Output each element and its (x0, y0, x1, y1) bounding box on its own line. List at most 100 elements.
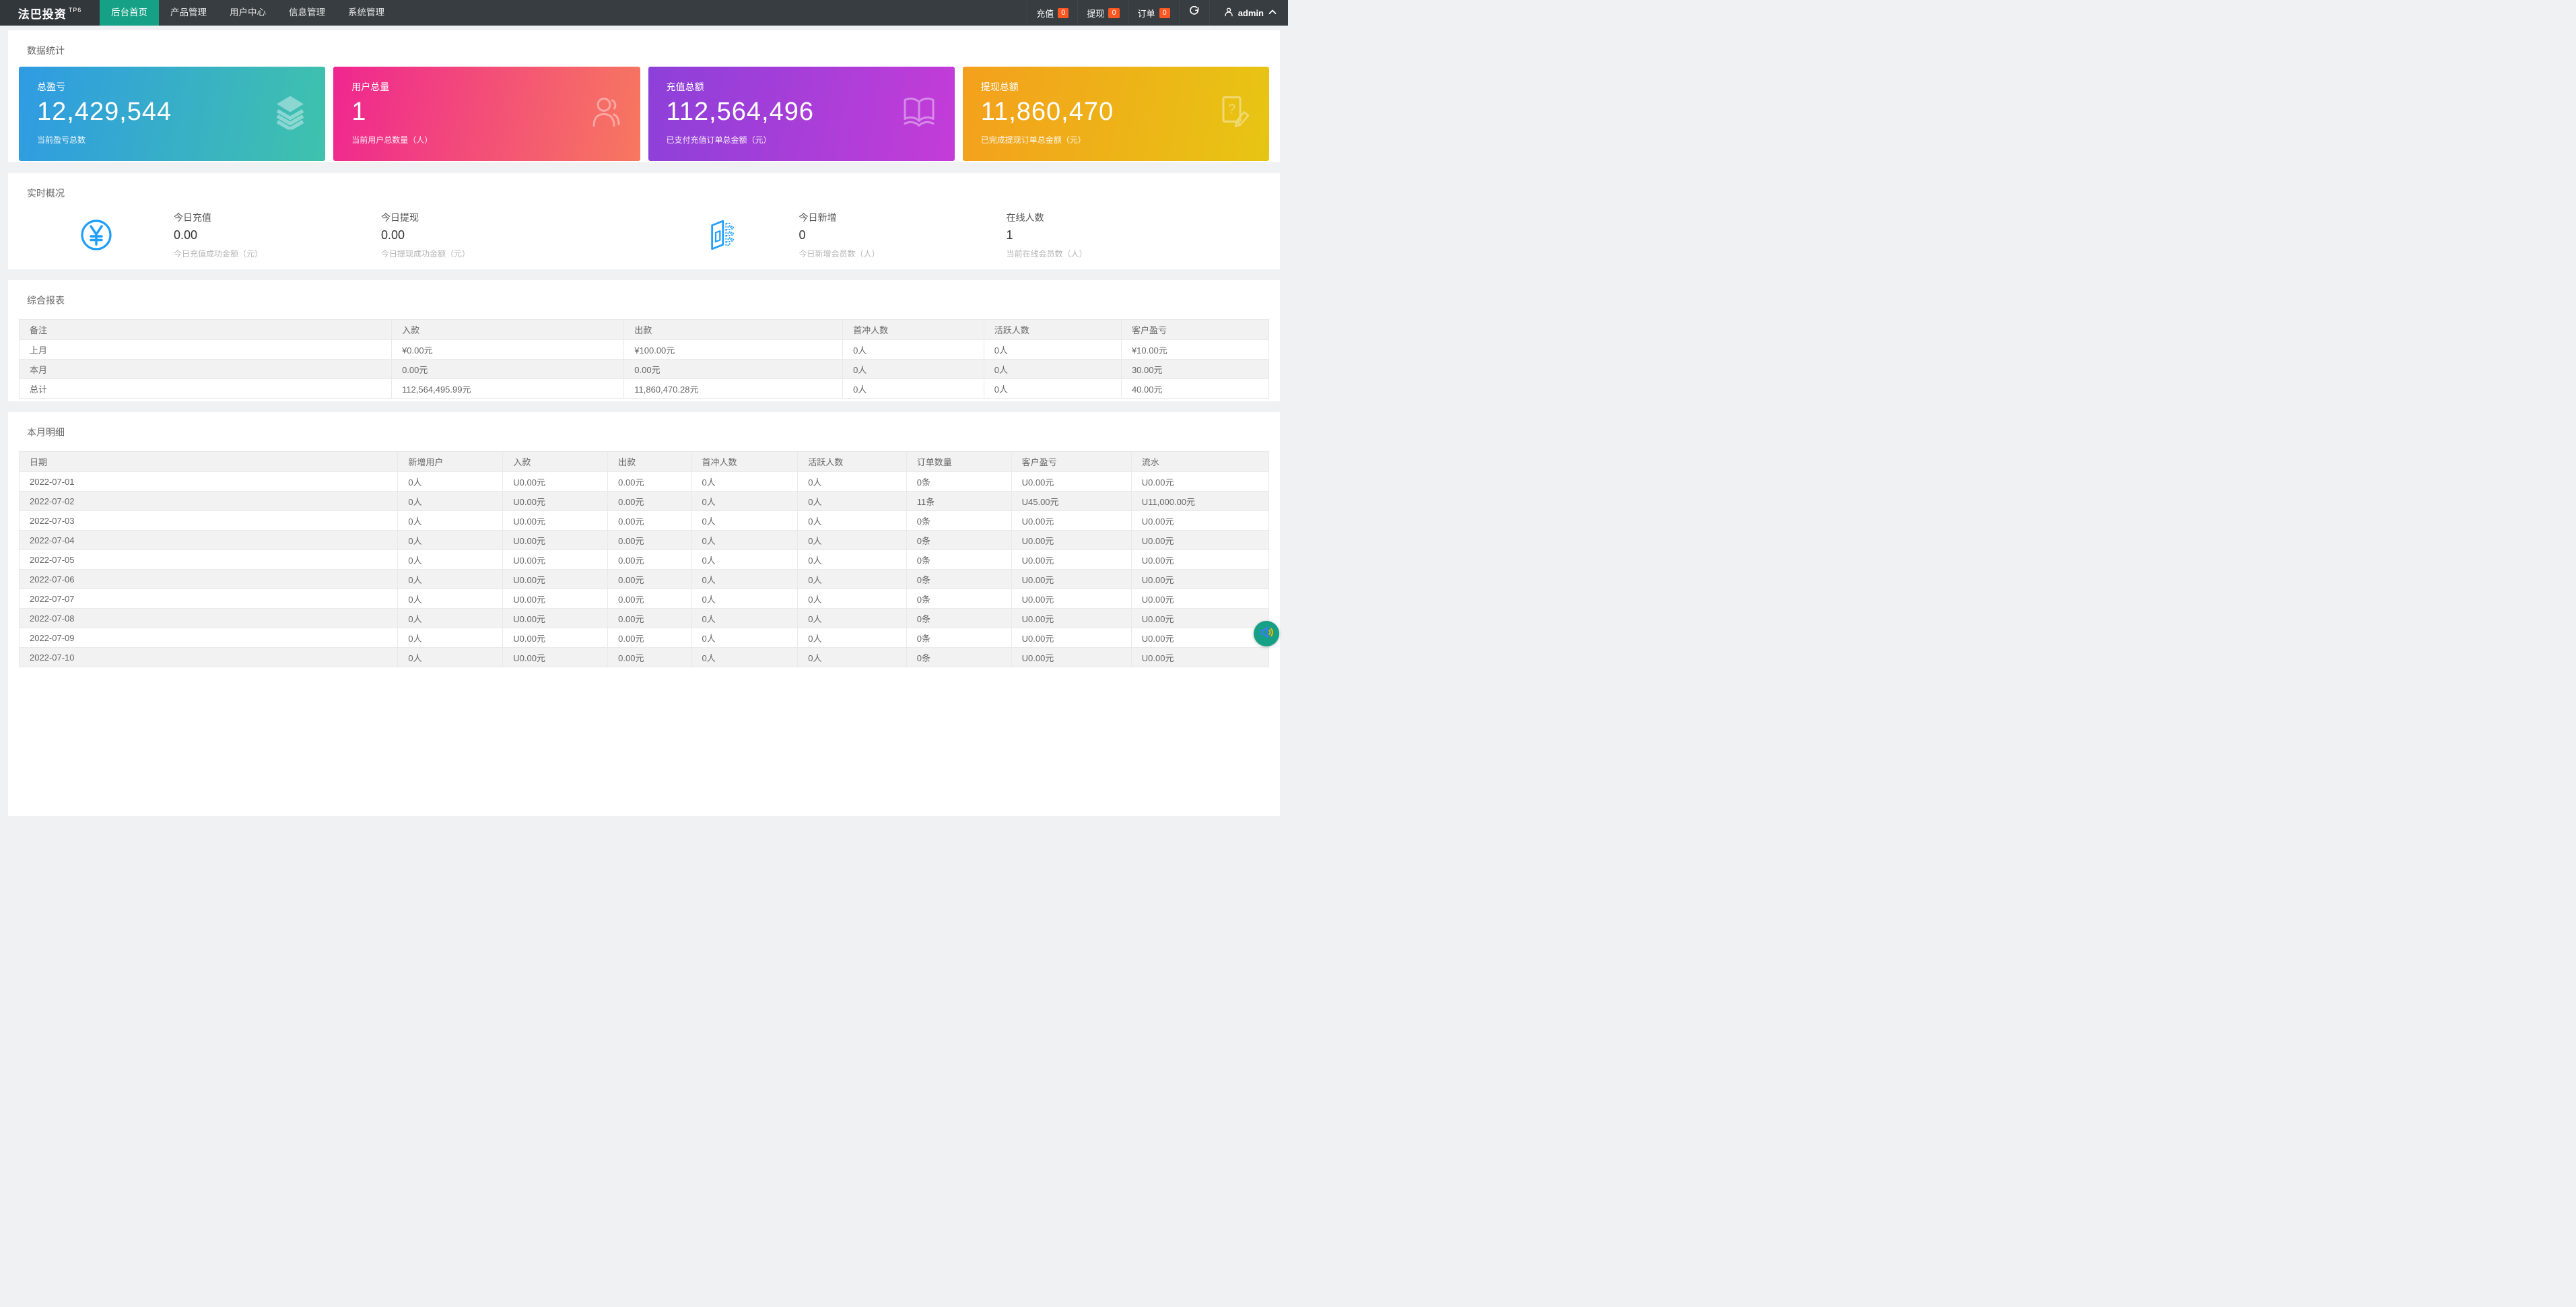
table-row: 2022-07-060人U0.00元0.00元0人0人0条U0.00元U0.00… (20, 570, 1269, 589)
stat-desc: 今日充值成功金额（元） (174, 248, 381, 259)
withdraw-shortcut[interactable]: 提现 0 (1077, 0, 1128, 26)
panel-title-detail: 本月明细 (27, 426, 1269, 439)
column-header: 订单数量 (906, 452, 1011, 472)
table-row: 2022-07-040人U0.00元0.00元0人0人0条U0.00元U0.00… (20, 531, 1269, 550)
refresh-button[interactable] (1179, 0, 1209, 26)
column-header: 备注 (20, 320, 392, 340)
table-cell: 0人 (398, 589, 503, 609)
table-cell: 0.00元 (392, 360, 624, 379)
table-cell: 0人 (798, 628, 906, 648)
svg-text:?: ? (1228, 102, 1235, 117)
table-cell: 0人 (798, 570, 906, 589)
app-logo[interactable]: 法巴投资 TP6 (0, 0, 100, 26)
table-cell: U0.00元 (1011, 609, 1131, 628)
app-logo-version: TP6 (69, 7, 82, 13)
table-cell: 0人 (843, 340, 984, 360)
user-name: admin (1238, 8, 1264, 18)
table-cell: 0人 (798, 648, 906, 667)
table-cell: 0条 (906, 589, 1011, 609)
table-cell: U0.00元 (503, 531, 608, 550)
stat-card-label: 提现总额 (981, 80, 1269, 94)
table-cell: 2022-07-06 (20, 570, 398, 589)
column-header: 首冲人数 (843, 320, 984, 340)
table-cell: 0.00元 (608, 550, 691, 570)
menu-item-info[interactable]: 信息管理 (277, 0, 337, 26)
chevron-up-icon (1268, 8, 1277, 18)
table-row: 2022-07-010人U0.00元0.00元0人0人0条U0.00元U0.00… (20, 472, 1269, 492)
table-cell: U0.00元 (503, 511, 608, 531)
table-cell: 0.00元 (624, 360, 843, 379)
table-cell: U0.00元 (1131, 531, 1268, 550)
column-header: 客户盈亏 (1011, 452, 1131, 472)
column-header: 活跃人数 (984, 320, 1121, 340)
column-header: 客户盈亏 (1121, 320, 1268, 340)
stat-value: 0.00 (174, 228, 381, 242)
column-header: 出款 (608, 452, 691, 472)
table-cell: 0人 (691, 492, 798, 511)
column-header: 入款 (503, 452, 608, 472)
table-cell: U0.00元 (503, 609, 608, 628)
table-row: 本月0.00元0.00元0人0人30.00元 (20, 360, 1269, 379)
table-cell: U0.00元 (1131, 589, 1268, 609)
page-content: 数据统计 总盈亏 12,429,544 当前盈亏总数 (0, 26, 1288, 816)
table-cell: 0人 (398, 492, 503, 511)
table-cell: 0人 (798, 609, 906, 628)
table-cell: U0.00元 (503, 628, 608, 648)
table-cell: 2022-07-04 (20, 531, 398, 550)
yen-circle-icon (19, 219, 174, 251)
table-cell: 0人 (691, 570, 798, 589)
menu-item-users[interactable]: 用户中心 (218, 0, 277, 26)
table-cell: 0人 (798, 511, 906, 531)
table-cell: 30.00元 (1121, 360, 1268, 379)
table-cell: U0.00元 (503, 472, 608, 492)
stat-today-recharge: 今日充值 0.00 今日充值成功金额（元） (174, 211, 381, 259)
table-cell: 0.00元 (608, 531, 691, 550)
table-cell: 0人 (984, 379, 1121, 399)
sound-toggle-button[interactable] (1254, 621, 1279, 646)
table-cell: U0.00元 (503, 550, 608, 570)
table-cell: ¥0.00元 (392, 340, 624, 360)
stat-label: 今日充值 (174, 211, 381, 224)
user-menu[interactable]: admin (1209, 0, 1288, 26)
report-table-header-row: 备注入款出款首冲人数活跃人数客户盈亏 (20, 320, 1269, 340)
stat-label: 今日新增 (799, 211, 1007, 224)
top-navbar: 法巴投资 TP6 后台首页 产品管理 用户中心 信息管理 系统管理 充值 0 提… (0, 0, 1288, 26)
table-row: 2022-07-100人U0.00元0.00元0人0人0条U0.00元U0.00… (20, 648, 1269, 667)
stat-value: 1 (1007, 228, 1214, 242)
table-cell: 本月 (20, 360, 392, 379)
table-cell: 2022-07-03 (20, 511, 398, 531)
table-cell: U0.00元 (1131, 550, 1268, 570)
table-cell: 112,564,495.99元 (392, 379, 624, 399)
table-cell: 0人 (398, 550, 503, 570)
table-cell: 0人 (691, 648, 798, 667)
column-header: 首冲人数 (691, 452, 798, 472)
table-cell: 0.00元 (608, 648, 691, 667)
report-panel: 综合报表 备注入款出款首冲人数活跃人数客户盈亏 上月¥0.00元¥100.00元… (8, 280, 1280, 401)
table-cell: ¥10.00元 (1121, 340, 1268, 360)
detail-table-header-row: 日期新增用户入款出款首冲人数活跃人数订单数量客户盈亏流水 (20, 452, 1269, 472)
month-detail-panel: 本月明细 日期新增用户入款出款首冲人数活跃人数订单数量客户盈亏流水 2022-0… (8, 412, 1280, 816)
withdraw-shortcut-label: 提现 (1087, 7, 1104, 20)
recharge-shortcut[interactable]: 充值 0 (1027, 0, 1077, 26)
stat-cards: 总盈亏 12,429,544 当前盈亏总数 用户总量 1 (19, 67, 1269, 161)
stat-value: 0.00 (381, 228, 588, 242)
table-cell: 0人 (398, 570, 503, 589)
refresh-icon (1189, 6, 1200, 20)
table-cell: 2022-07-01 (20, 472, 398, 492)
realtime-row: 今日充值 0.00 今日充值成功金额（元） 今日提现 0.00 今日提现成功金额… (19, 211, 1269, 259)
table-cell: 0人 (691, 609, 798, 628)
table-cell: 40.00元 (1121, 379, 1268, 399)
column-header: 日期 (20, 452, 398, 472)
table-cell: 0.00元 (608, 609, 691, 628)
menu-item-products[interactable]: 产品管理 (159, 0, 218, 26)
stat-card-desc: 已完成提现订单总金额（元） (981, 134, 1269, 145)
table-cell: 0.00元 (608, 511, 691, 531)
menu-item-dashboard[interactable]: 后台首页 (100, 0, 159, 26)
table-cell: 2022-07-08 (20, 609, 398, 628)
orders-shortcut[interactable]: 订单 0 (1128, 0, 1179, 26)
menu-item-system[interactable]: 系统管理 (337, 0, 396, 26)
table-cell: 2022-07-10 (20, 648, 398, 667)
table-cell: 0人 (691, 550, 798, 570)
navbar-right: 充值 0 提现 0 订单 0 a (1027, 0, 1288, 26)
table-cell: U0.00元 (503, 492, 608, 511)
